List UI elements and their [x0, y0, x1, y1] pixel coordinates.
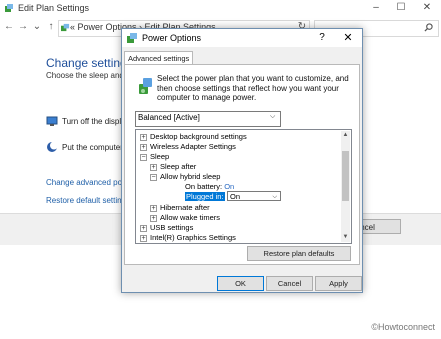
collapse-icon[interactable]: −	[140, 153, 147, 161]
tree-item-wireless-adapter[interactable]: + Wireless Adapter Settings	[140, 142, 236, 152]
scroll-thumb[interactable]	[342, 151, 349, 201]
folder-icon	[61, 23, 70, 32]
close-button[interactable]: ✕	[416, 1, 438, 15]
power-options-icon	[127, 33, 137, 43]
plugged-in-label: Plugged in:	[185, 192, 225, 201]
expand-icon[interactable]: +	[140, 234, 147, 242]
plugged-in-value: On	[230, 192, 241, 201]
change-advanced-power-settings-link[interactable]: Change advanced powe	[46, 178, 132, 187]
window-title: Edit Plan Settings	[18, 3, 90, 13]
settings-tree[interactable]: + Desktop background settings + Wireless A…	[135, 129, 352, 244]
restore-plan-defaults-button[interactable]: Restore plan defaults	[247, 246, 351, 261]
cancel-button[interactable]: Cancel	[266, 276, 313, 291]
advanced-settings-panel: Select the power plan that you want to c…	[124, 64, 360, 265]
expand-icon[interactable]: +	[150, 163, 157, 171]
scroll-down-icon[interactable]: ▼	[341, 233, 350, 242]
ok-button[interactable]: OK	[217, 276, 264, 291]
maximize-button[interactable]: ☐	[390, 1, 412, 15]
power-plan-value: Balanced [Active]	[138, 113, 200, 122]
chevron-down-icon: ⌵	[270, 113, 276, 120]
expand-icon[interactable]: +	[150, 204, 157, 212]
help-button[interactable]: ?	[315, 31, 329, 45]
sleep-moon-icon	[47, 141, 58, 152]
watermark: ©Howtoconnect	[371, 322, 435, 332]
tab-advanced-settings[interactable]: Advanced settings	[124, 51, 194, 65]
on-battery-label: On battery:	[185, 182, 223, 191]
back-button[interactable]: ←	[3, 20, 15, 34]
tree-item-allow-wake-timers[interactable]: + Allow wake timers	[150, 213, 220, 223]
dialog-close-button[interactable]: ✕	[340, 31, 356, 45]
tree-item-desktop-background[interactable]: + Desktop background settings	[140, 132, 247, 142]
turn-off-display-label: Turn off the display	[62, 117, 130, 126]
forward-button[interactable]: →	[17, 20, 29, 34]
tree-item-hibernate-after[interactable]: + Hibernate after	[150, 203, 210, 213]
tree-item-intel-graphics[interactable]: + Intel(R) Graphics Settings	[140, 233, 236, 243]
tree-item-sleep[interactable]: − Sleep	[140, 152, 169, 162]
page-subheading: Choose the sleep and di	[46, 71, 133, 80]
power-options-icon	[5, 4, 13, 12]
search-icon[interactable]	[424, 23, 433, 32]
up-button[interactable]: ↑	[45, 20, 57, 34]
tree-scrollbar[interactable]: ▲ ▼	[341, 131, 350, 242]
expand-icon[interactable]: +	[140, 133, 147, 141]
minimize-button[interactable]: –	[365, 1, 387, 15]
tree-item-sleep-after[interactable]: + Sleep after	[150, 162, 196, 172]
dialog-description: Select the power plan that you want to c…	[157, 74, 349, 102]
recent-locations-button[interactable]: ⌄	[31, 20, 43, 34]
plugged-in-dropdown[interactable]: On ⌵	[227, 191, 281, 201]
tree-item-plugged-in[interactable]: Plugged in: On ⌵	[185, 191, 335, 202]
dialog-title: Power Options	[142, 33, 202, 43]
collapse-icon[interactable]: −	[150, 173, 157, 181]
on-battery-value[interactable]: On	[224, 182, 234, 191]
scroll-up-icon[interactable]: ▲	[341, 131, 350, 140]
tree-item-usb-settings[interactable]: + USB settings	[140, 223, 193, 233]
expand-icon[interactable]: +	[140, 224, 147, 232]
restore-default-settings-link[interactable]: Restore default settings	[46, 196, 130, 205]
expand-icon[interactable]: +	[140, 143, 147, 151]
expand-icon[interactable]: +	[150, 214, 157, 222]
apply-button[interactable]: Apply	[315, 276, 362, 291]
chevron-down-icon: ⌵	[272, 194, 277, 200]
tree-item-allow-hybrid-sleep[interactable]: − Allow hybrid sleep	[150, 172, 220, 182]
display-icon	[46, 116, 58, 126]
power-options-dialog: Power Options ? ✕ Advanced settings Sele…	[121, 28, 363, 293]
power-plan-icon	[139, 78, 152, 94]
